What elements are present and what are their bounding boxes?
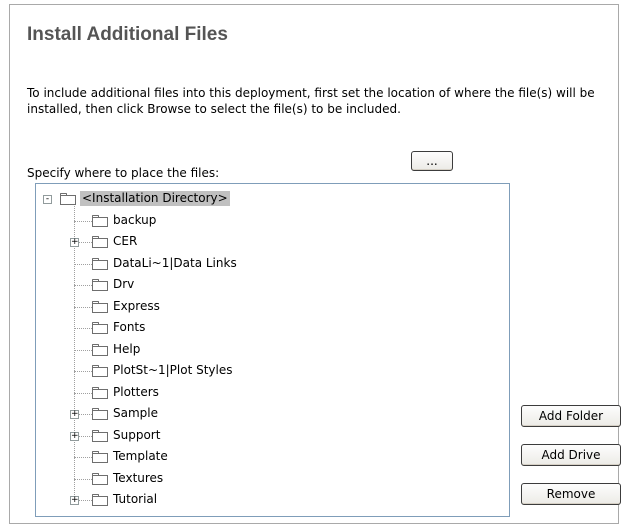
tree-connector-line [74, 349, 92, 351]
expand-icon[interactable]: + [70, 431, 79, 441]
install-files-panel: Install Additional Files To include addi… [9, 4, 621, 524]
tree-item-label: Express [113, 298, 160, 313]
tree-item[interactable]: + Sample [36, 406, 509, 427]
tree-item[interactable]: Express [36, 299, 509, 320]
tree-item[interactable]: backup [36, 213, 509, 234]
folder-tree[interactable]: - <Installation Directory> backup + CER DataL… [35, 183, 510, 517]
tree-connector-line [74, 371, 92, 372]
folder-icon [92, 429, 108, 442]
folder-icon [92, 472, 108, 485]
expand-icon[interactable]: + [70, 410, 79, 419]
instructions-text: To include additional files into this de… [27, 86, 595, 116]
tree-item-label: Tutorial [113, 492, 158, 506]
collapse-icon[interactable]: - [43, 195, 52, 204]
folder-icon [92, 494, 108, 506]
browse-button[interactable]: ... [411, 151, 453, 171]
add-folder-button[interactable]: Add Folder [521, 405, 621, 427]
tree-item[interactable]: Template [36, 449, 509, 470]
page-title: Install Additional Files [27, 24, 228, 45]
folder-icon [92, 386, 108, 399]
tree-connector-line [74, 328, 92, 329]
tree-connector-line [74, 306, 92, 308]
tree-item-label: Drv [113, 277, 135, 291]
tree-item[interactable]: Help [36, 342, 509, 363]
tree-item[interactable]: + Tutorial [36, 492, 509, 513]
add-drive-button[interactable]: Add Drive [521, 444, 621, 466]
tree-item[interactable]: + CER [36, 234, 509, 255]
tree-connector-line [74, 220, 92, 222]
tree-item[interactable]: Fonts [36, 320, 509, 341]
tree-connector-line [74, 263, 92, 265]
remove-button[interactable]: Remove [521, 483, 621, 505]
tree-item-label: Plotters [113, 384, 159, 399]
tree-item-label: backup [113, 212, 157, 227]
tree-item-label: CER [113, 234, 138, 248]
location-label: Specify where to place the files: [27, 166, 220, 180]
tree-connector-line [74, 457, 92, 458]
expand-icon[interactable]: + [70, 496, 79, 505]
folder-icon [92, 257, 108, 270]
folder-icon [60, 193, 76, 205]
tree-item-label: Support [113, 427, 161, 442]
tree-item-label: Help [113, 341, 141, 356]
folder-icon [92, 365, 108, 377]
tree-item-label: Fonts [113, 320, 146, 334]
tree-item-label: Template [113, 449, 168, 463]
folder-icon [92, 408, 108, 420]
tree-item[interactable]: PlotSt~1|Plot Styles [36, 363, 509, 384]
tree-item-label: Textures [113, 470, 164, 485]
tree-connector-line [74, 478, 92, 480]
tree-item[interactable]: Plotters [36, 385, 509, 406]
tree-item-label: DataLi~1|Data Links [113, 255, 237, 270]
tree-item-label: Sample [113, 406, 158, 420]
tree-connector-line [74, 392, 92, 394]
tree-root-item[interactable]: - <Installation Directory> [36, 191, 509, 212]
tree-item[interactable]: Drv [36, 277, 509, 298]
folder-icon [92, 300, 108, 313]
folder-icon [92, 343, 108, 356]
expand-icon[interactable]: + [70, 238, 79, 247]
tree-item[interactable]: DataLi~1|Data Links [36, 256, 509, 277]
tree-item[interactable]: + Support [36, 428, 509, 449]
folder-icon [92, 236, 108, 248]
folder-icon [92, 322, 108, 334]
folder-icon [92, 214, 108, 227]
folder-icon [92, 279, 108, 291]
tree-item-label: <Installation Directory> [80, 191, 230, 206]
tree-connector-line [74, 285, 92, 286]
tree-item[interactable]: Textures [36, 471, 509, 492]
folder-icon [92, 451, 108, 463]
tree-item-label: PlotSt~1|Plot Styles [113, 363, 233, 377]
